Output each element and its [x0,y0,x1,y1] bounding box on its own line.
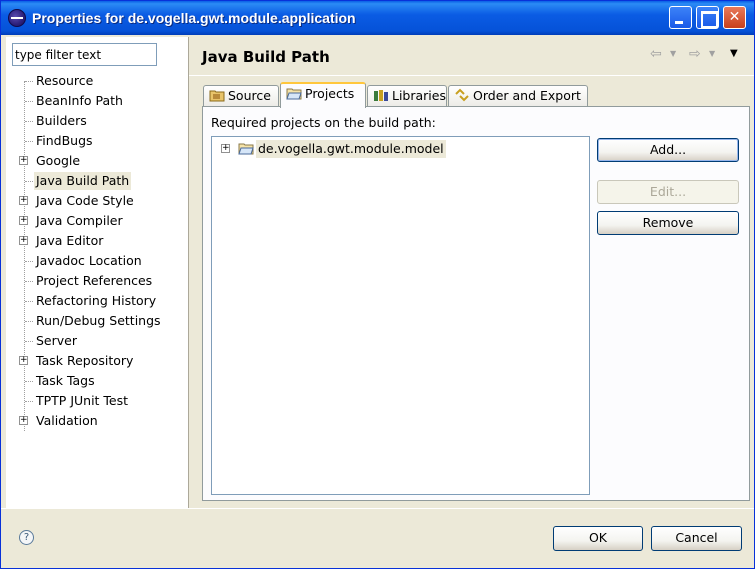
tab-label: Source [228,88,271,103]
tree-item-resource[interactable]: Resource [6,71,189,91]
expand-icon[interactable]: + [19,416,28,425]
tree-item-label: Java Code Style [36,193,134,208]
tree-item-label: Builders [36,113,87,128]
tree-item-findbugs[interactable]: FindBugs [6,131,189,151]
edit-button[interactable]: Edit... [597,180,739,204]
tab-label: Libraries [392,88,446,103]
tree-item-label: Javadoc Location [36,253,142,268]
tree-item-refactoring-history[interactable]: Refactoring History [6,291,189,311]
forward-arrow-icon[interactable]: ⇨ [689,46,701,62]
expand-icon[interactable]: + [19,156,28,165]
properties-tree-pane: Resource BeanInfo Path Builders FindBugs… [6,37,189,508]
tree-item-label: FindBugs [36,133,93,148]
order-export-icon [455,88,469,102]
required-projects-list[interactable]: + de.vogella.gwt.module.model [211,136,590,495]
eclipse-icon [8,9,26,27]
tree-item-java-compiler[interactable]: + Java Compiler [6,211,189,231]
properties-tree: Resource BeanInfo Path Builders FindBugs… [6,71,189,431]
expand-icon[interactable]: + [19,356,28,365]
back-arrow-icon[interactable]: ⇦ [650,46,662,62]
tree-item-label: Task Tags [36,373,95,388]
required-projects-label: Required projects on the build path: [211,115,436,130]
tree-item-run-debug-settings[interactable]: Run/Debug Settings [6,311,189,331]
view-menu-icon[interactable]: ▼ [730,48,738,59]
tree-item-label: Google [36,153,81,168]
ok-button[interactable]: OK [553,526,643,551]
filter-input[interactable] [12,43,157,66]
tab-label: Order and Export [473,88,581,103]
project-folder-icon [238,143,254,155]
tree-item-task-repository[interactable]: + Task Repository [6,351,189,371]
add-button[interactable]: Add... [597,138,739,162]
tree-item-javadoc-location[interactable]: Javadoc Location [6,251,189,271]
back-dropdown-icon[interactable]: ▼ [670,49,676,58]
maximize-button[interactable] [696,6,719,29]
projects-tab-panel: Required projects on the build path: + d… [202,106,750,501]
tree-item-label: Java Compiler [36,213,123,228]
tree-item-project-references[interactable]: Project References [6,271,189,291]
source-folder-icon [209,90,225,102]
tree-item-label: Server [36,333,77,348]
properties-page: Java Build Path ⇦ ▼ ⇨ ▼ ▼ Source Project… [189,37,754,508]
tree-item-label: Resource [36,73,94,88]
libraries-icon [374,90,388,101]
tree-item-label: Task Repository [36,353,134,368]
remove-button[interactable]: Remove [597,211,739,235]
tree-item-label: BeanInfo Path [36,93,123,108]
tree-item-label: Java Build Path [34,172,132,190]
tree-item-label: TPTP JUnit Test [36,393,129,408]
tree-item-java-code-style[interactable]: + Java Code Style [6,191,189,211]
window-title: Properties for de.vogella.gwt.module.app… [32,10,356,26]
tree-item-beaninfo-path[interactable]: BeanInfo Path [6,91,189,111]
tree-item-label: Java Editor [36,233,104,248]
tree-item-label: Validation [36,413,98,428]
properties-dialog: Properties for de.vogella.gwt.module.app… [0,0,755,569]
header-separator [189,75,754,76]
tab-source[interactable]: Source [203,85,279,107]
tab-libraries[interactable]: Libraries [367,85,447,107]
footer-separator [1,508,754,509]
tree-item-validation[interactable]: + Validation [6,411,189,431]
tree-item-label: Refactoring History [36,293,157,308]
expand-icon[interactable]: + [19,216,28,225]
tree-item-java-editor[interactable]: + Java Editor [6,231,189,251]
tab-order-and-export[interactable]: Order and Export [448,85,588,107]
help-icon[interactable]: ? [19,530,34,545]
tree-item-builders[interactable]: Builders [6,111,189,131]
project-folder-icon [286,88,302,100]
tree-item-google[interactable]: + Google [6,151,189,171]
expand-icon[interactable]: + [19,236,28,245]
tree-item-task-tags[interactable]: Task Tags [6,371,189,391]
forward-dropdown-icon[interactable]: ▼ [709,49,715,58]
title-bar[interactable]: Properties for de.vogella.gwt.module.app… [1,1,754,35]
tab-label: Projects [305,86,355,101]
expand-icon[interactable]: + [19,196,28,205]
tree-item-label: Project References [36,273,153,288]
tree-item-label: Run/Debug Settings [36,313,161,328]
page-title: Java Build Path [202,48,330,66]
close-button[interactable]: ✕ [723,6,746,29]
project-label: de.vogella.gwt.module.model [256,140,446,158]
tree-item-java-build-path[interactable]: Java Build Path [6,171,189,191]
cancel-button[interactable]: Cancel [651,526,742,551]
tree-item-server[interactable]: Server [6,331,189,351]
minimize-button[interactable] [669,6,692,29]
expand-icon[interactable]: + [221,144,230,153]
tab-projects[interactable]: Projects [280,82,366,108]
tree-item-tptp-junit-test[interactable]: TPTP JUnit Test [6,391,189,411]
